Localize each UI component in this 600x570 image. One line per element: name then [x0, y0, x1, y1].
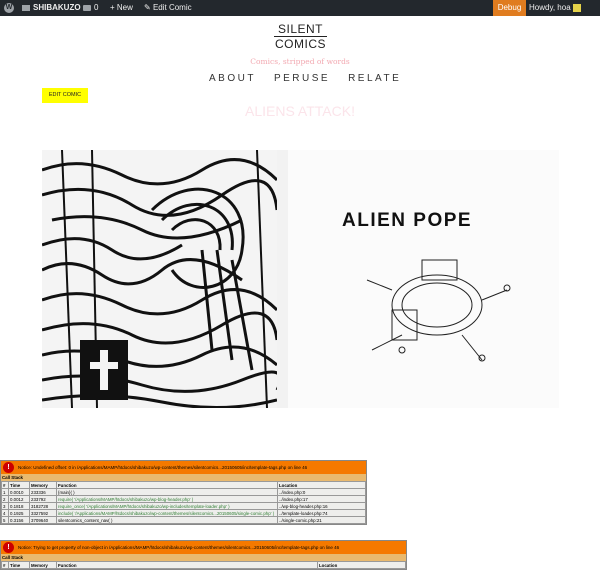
table-row: 4 0.1925 3327592 include( '/Applications… — [1, 509, 366, 517]
space-station-drawing — [366, 259, 511, 362]
site-logo[interactable]: SILENT COMICS — [272, 23, 329, 50]
cell: include( '/Applications/MAMP/htdocs/shib… — [56, 509, 278, 517]
comic-caption: ALIEN POPE — [342, 210, 473, 231]
cell: require( '/Applications/MAMP/htdocs/shib… — [56, 495, 278, 503]
comment-bubble-icon — [83, 4, 91, 11]
cell: 0.0010 — [8, 488, 30, 496]
column-header: Memory — [29, 481, 57, 489]
column-header: Function — [56, 561, 318, 569]
howdy-label: Howdy, hoa — [529, 3, 571, 12]
new-content-link[interactable]: + New — [110, 0, 133, 16]
notice-header: ! Notice: Trying to get property of non-… — [1, 541, 406, 554]
notice-header: ! Notice: Undefined offset: 0 in /Applic… — [1, 461, 366, 474]
nav-item-peruse[interactable]: PERUSE — [274, 73, 330, 84]
logo-line-2: COMICS — [275, 37, 326, 51]
notice-message: Notice: Undefined offset: 0 in /Applicat… — [18, 465, 308, 470]
cell: 233336 — [29, 488, 57, 496]
nav-item-relate[interactable]: RELATE — [348, 73, 401, 84]
cell: 0.3156 — [8, 516, 30, 524]
cell: 233792 — [29, 495, 57, 503]
cell: ../template-loader.php:74 — [277, 509, 366, 517]
edit-comic-button[interactable]: EDIT COMIC — [42, 88, 88, 103]
cell: {main}( ) — [56, 488, 278, 496]
column-header: Location — [277, 481, 366, 489]
column-header: Location — [317, 561, 406, 569]
cell: 5 — [1, 516, 9, 524]
cell: 3 — [1, 502, 9, 510]
cell: 3182728 — [29, 502, 57, 510]
cell: silentcomics_content_nav( ) — [56, 516, 278, 524]
php-notice: ! Notice: Trying to get property of non-… — [0, 540, 407, 570]
main-nav: ABOUT PERUSE RELATE — [200, 73, 400, 84]
cell: ../index.php:17 — [277, 495, 366, 503]
debug-button[interactable]: Debug — [493, 0, 526, 16]
cell: ../index.php:0 — [277, 488, 366, 496]
site-name-label: SHIBAKUZO — [33, 3, 81, 12]
pencil-icon: ✎ — [144, 3, 153, 12]
plus-icon: + — [110, 3, 117, 12]
column-header: Time — [8, 561, 30, 569]
call-stack-heading: Call Stack — [1, 474, 366, 481]
cell: 0.1925 — [8, 509, 30, 517]
column-header: Function — [56, 481, 278, 489]
cell: 3327592 — [29, 509, 57, 517]
edit-comic-label: Edit Comic — [152, 3, 192, 12]
avatar — [572, 3, 581, 12]
column-header: Time — [8, 481, 30, 489]
comments-count: 0 — [94, 3, 99, 12]
comments-link[interactable]: 0 — [83, 0, 98, 16]
site-name-link[interactable]: SHIBAKUZO — [22, 0, 81, 16]
php-notice: ! Notice: Undefined offset: 0 in /Applic… — [0, 460, 367, 525]
nav-item-about[interactable]: ABOUT — [209, 73, 256, 84]
site-tagline: Comics, stripped of words — [250, 57, 350, 66]
table-row: 2 0.0012 233792 require( '/Applications/… — [1, 495, 366, 503]
column-header: # — [1, 481, 9, 489]
notice-message: Notice: Trying to get property of non-ob… — [18, 545, 340, 550]
home-icon — [22, 4, 30, 11]
wordpress-logo-icon[interactable]: W — [4, 0, 16, 16]
call-stack-table: # Time Memory Function Location 1 0.0010… — [1, 481, 366, 524]
call-stack-heading: Call Stack — [1, 554, 406, 561]
cell: 2 — [1, 495, 9, 503]
cell: 0.0012 — [8, 495, 30, 503]
logo-line-1: SILENT — [277, 22, 323, 36]
comic-image: ALIEN POPE — [42, 150, 559, 408]
edit-comic-link[interactable]: ✎ Edit Comic — [144, 0, 192, 16]
admin-bar: W SHIBAKUZO 0 + New ✎ Edit Comic Debug H… — [0, 0, 600, 16]
cell: 1 — [1, 488, 9, 496]
table-row: 3 0.1818 3182728 require_once( '/Applica… — [1, 502, 366, 510]
cell: ../wp-blog-header.php:16 — [277, 502, 366, 510]
comic-panel-drawing — [42, 150, 277, 408]
cell: 4 — [1, 509, 9, 517]
account-menu[interactable]: Howdy, hoa — [529, 0, 581, 16]
column-header: Memory — [29, 561, 57, 569]
table-row: 5 0.3156 3709640 silentcomics_content_na… — [1, 516, 366, 524]
cell: require_once( '/Applications/MAMP/htdocs… — [56, 502, 278, 510]
table-row: 1 0.0010 233336 {main}( ) ../index.php:0 — [1, 488, 366, 496]
column-header: # — [1, 561, 9, 569]
error-icon: ! — [3, 462, 14, 473]
new-label: New — [116, 3, 133, 12]
cell: ../single-comic.php:21 — [277, 516, 366, 524]
cell: 3709640 — [29, 516, 57, 524]
error-icon: ! — [3, 542, 14, 553]
cell: 0.1818 — [8, 502, 30, 510]
post-title: ALIENS ATTACK! — [245, 103, 355, 119]
